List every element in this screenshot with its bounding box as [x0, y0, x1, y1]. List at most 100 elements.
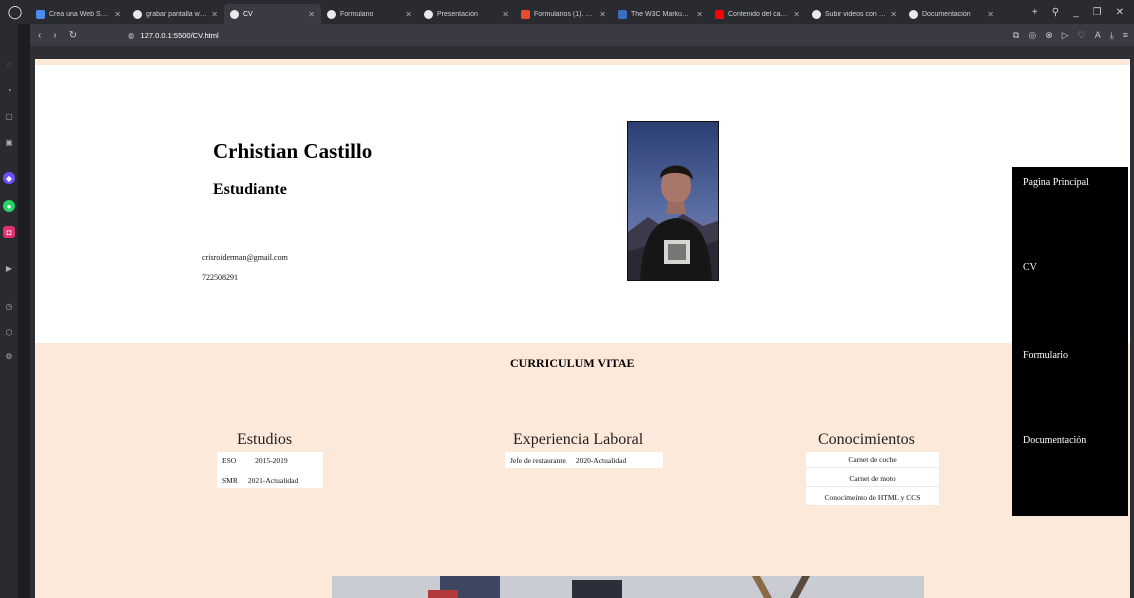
- close-icon[interactable]: ✕: [793, 10, 800, 19]
- player-sidebar-icon[interactable]: ▶: [3, 262, 15, 274]
- cv-role: Estudiante: [213, 181, 287, 198]
- list-item: Conocimeinto de HTML y CCS: [806, 490, 939, 506]
- url-field[interactable]: ◍ 127.0.0.1:5500/CV.html: [128, 31, 219, 40]
- favicon-icon: [521, 9, 530, 19]
- snapshot-icon[interactable]: ⧉: [1013, 30, 1019, 41]
- conocimientos-list: Carnet de coche Carnet de moto Conocimei…: [806, 452, 939, 506]
- site-info-icon[interactable]: ◍: [128, 31, 135, 40]
- favicon-icon: [618, 9, 627, 19]
- history-icon[interactable]: ◷: [3, 300, 15, 312]
- search-icon[interactable]: ⚲: [1052, 7, 1059, 18]
- tab-title: grabar pantalla wind: [146, 10, 208, 18]
- wallet-icon[interactable]: ▣: [3, 136, 15, 148]
- tab-title: The W3C Markup Va: [631, 10, 693, 18]
- favicon-icon: [36, 9, 45, 19]
- whatsapp-icon[interactable]: ●: [3, 200, 15, 212]
- instagram-icon[interactable]: ◘: [3, 226, 15, 238]
- list-item: Carnet de moto: [806, 471, 939, 487]
- messenger-icon[interactable]: ◆: [3, 172, 15, 184]
- minimize-icon[interactable]: _: [1073, 7, 1079, 18]
- experiencia-table: Jefe de restaurante 2020-Actualidad: [505, 452, 663, 468]
- tab-title: Documentación: [922, 10, 971, 18]
- table-cell: SMR: [222, 475, 238, 485]
- table-cell: 2021-Actualidad: [247, 475, 299, 485]
- table-row: ESO 2015-2019: [217, 452, 323, 468]
- camera-icon[interactable]: ◎: [1028, 30, 1036, 41]
- shopping-icon[interactable]: ▢: [3, 110, 15, 122]
- table-cell: ESO: [222, 455, 237, 465]
- download-icon[interactable]: ⤓: [1110, 30, 1114, 41]
- menu-icon[interactable]: ≡: [1123, 30, 1128, 41]
- opera-logo-icon[interactable]: ◯: [0, 0, 30, 24]
- tab-presentacion[interactable]: Presentación ✕: [418, 4, 515, 24]
- player-icon[interactable]: ▷: [1062, 30, 1069, 41]
- tab-title: Subir videos con una: [825, 10, 887, 18]
- tab-title: Presentación: [437, 10, 478, 18]
- favicon-icon: [133, 9, 142, 19]
- nav-link-formulario[interactable]: Formulario: [1023, 350, 1068, 361]
- table-cell: 2020-Actualidad: [575, 455, 627, 465]
- close-icon[interactable]: ✕: [502, 10, 509, 19]
- close-icon[interactable]: ✕: [987, 10, 994, 19]
- cv-email: crisroiderman@gmail.com: [202, 253, 288, 262]
- translate-icon[interactable]: A: [1095, 30, 1101, 41]
- settings-icon[interactable]: ⚙: [3, 350, 15, 362]
- table-cell: 2015-2019: [255, 455, 288, 465]
- close-window-icon[interactable]: ✕: [1116, 7, 1124, 18]
- nav-link-pagina-principal[interactable]: Pagina Principal: [1023, 177, 1089, 188]
- table-cell: Jefe de restaurante: [510, 455, 566, 465]
- tab-w3c-validator[interactable]: The W3C Markup Va ✕: [612, 4, 709, 24]
- favicon-icon: [909, 9, 918, 19]
- extensions-icon[interactable]: ⬡: [3, 326, 15, 338]
- tab-title: CV: [243, 10, 253, 18]
- forward-icon[interactable]: ›: [53, 30, 56, 41]
- back-icon[interactable]: ‹: [38, 30, 41, 41]
- speed-dial-icon[interactable]: ◔: [3, 84, 15, 96]
- tab-documentacion[interactable]: Documentación ✕: [903, 4, 1000, 24]
- cv-phone: 722508291: [202, 273, 238, 282]
- navigation-buttons: ‹ › ↻: [30, 30, 120, 41]
- opera-sidebar: ◌ ◔ ▢ ▣ ◆ ● ◘ ▶ ◷ ⬡ ⚙: [0, 24, 18, 598]
- tab-formularios-html[interactable]: Formularios (1). HTM ✕: [515, 4, 612, 24]
- close-icon[interactable]: ✕: [890, 10, 897, 19]
- estudios-table: ESO 2015-2019 SMR 2021-Actualidad: [217, 452, 323, 488]
- tab-crea-web[interactable]: Crea una Web Sencil ✕: [30, 4, 127, 24]
- nav-link-documentacion[interactable]: Documentación: [1023, 435, 1086, 446]
- toolbar-icons: ⧉ ◎ ⊗ ▷ ♡ A ⤓ ≡: [1013, 30, 1134, 41]
- conocimientos-heading: Conocimientos: [818, 431, 915, 448]
- tab-title: Formularios (1). HTM: [534, 10, 596, 18]
- tab-title: Crea una Web Sencil: [49, 10, 111, 18]
- nav-link-cv[interactable]: CV: [1023, 262, 1037, 273]
- close-icon[interactable]: ✕: [308, 10, 315, 19]
- close-icon[interactable]: ✕: [405, 10, 412, 19]
- url-text: 127.0.0.1:5500/CV.html: [140, 30, 219, 40]
- tab-cv[interactable]: CV ✕: [224, 4, 321, 24]
- new-tab-icon[interactable]: +: [1032, 7, 1038, 18]
- table-row: Jefe de restaurante 2020-Actualidad: [505, 452, 663, 468]
- adblock-icon[interactable]: ⊗: [1045, 30, 1053, 41]
- reload-icon[interactable]: ↻: [69, 30, 77, 41]
- tab-formulario[interactable]: Formulario ✕: [321, 4, 418, 24]
- close-icon[interactable]: ✕: [599, 10, 606, 19]
- favicon-icon: [812, 9, 821, 19]
- close-icon[interactable]: ✕: [696, 10, 703, 19]
- cv-name: Crhistian Castillo: [213, 139, 373, 163]
- tab-contenido-canal[interactable]: Contenido del canal ✕: [709, 4, 806, 24]
- browser-tab-bar: ◯ Crea una Web Sencil ✕ grabar pantalla w…: [0, 0, 1134, 24]
- tab-grabar-pantalla[interactable]: grabar pantalla wind ✕: [127, 4, 224, 24]
- close-icon[interactable]: ✕: [211, 10, 218, 19]
- cv-page: Crhistian Castillo Estudiante crisroider…: [35, 59, 1130, 598]
- tab-title: Contenido del canal: [728, 10, 790, 18]
- maximize-icon[interactable]: ❐: [1093, 7, 1102, 18]
- favicon-icon: [424, 9, 433, 19]
- page-viewport: Crhistian Castillo Estudiante crisroider…: [30, 46, 1134, 598]
- ai-icon[interactable]: ◌: [3, 58, 15, 70]
- favicon-icon: [327, 9, 336, 19]
- tab-strip: Crea una Web Sencil ✕ grabar pantalla win…: [30, 0, 1032, 24]
- tab-title: Formulario: [340, 10, 374, 18]
- estudios-heading: Estudios: [237, 431, 293, 448]
- close-icon[interactable]: ✕: [114, 10, 121, 19]
- tab-subir-videos[interactable]: Subir videos con una ✕: [806, 4, 903, 24]
- window-controls: + ⚲ _ ❐ ✕: [1032, 0, 1134, 24]
- shield-icon[interactable]: ♡: [1078, 30, 1086, 41]
